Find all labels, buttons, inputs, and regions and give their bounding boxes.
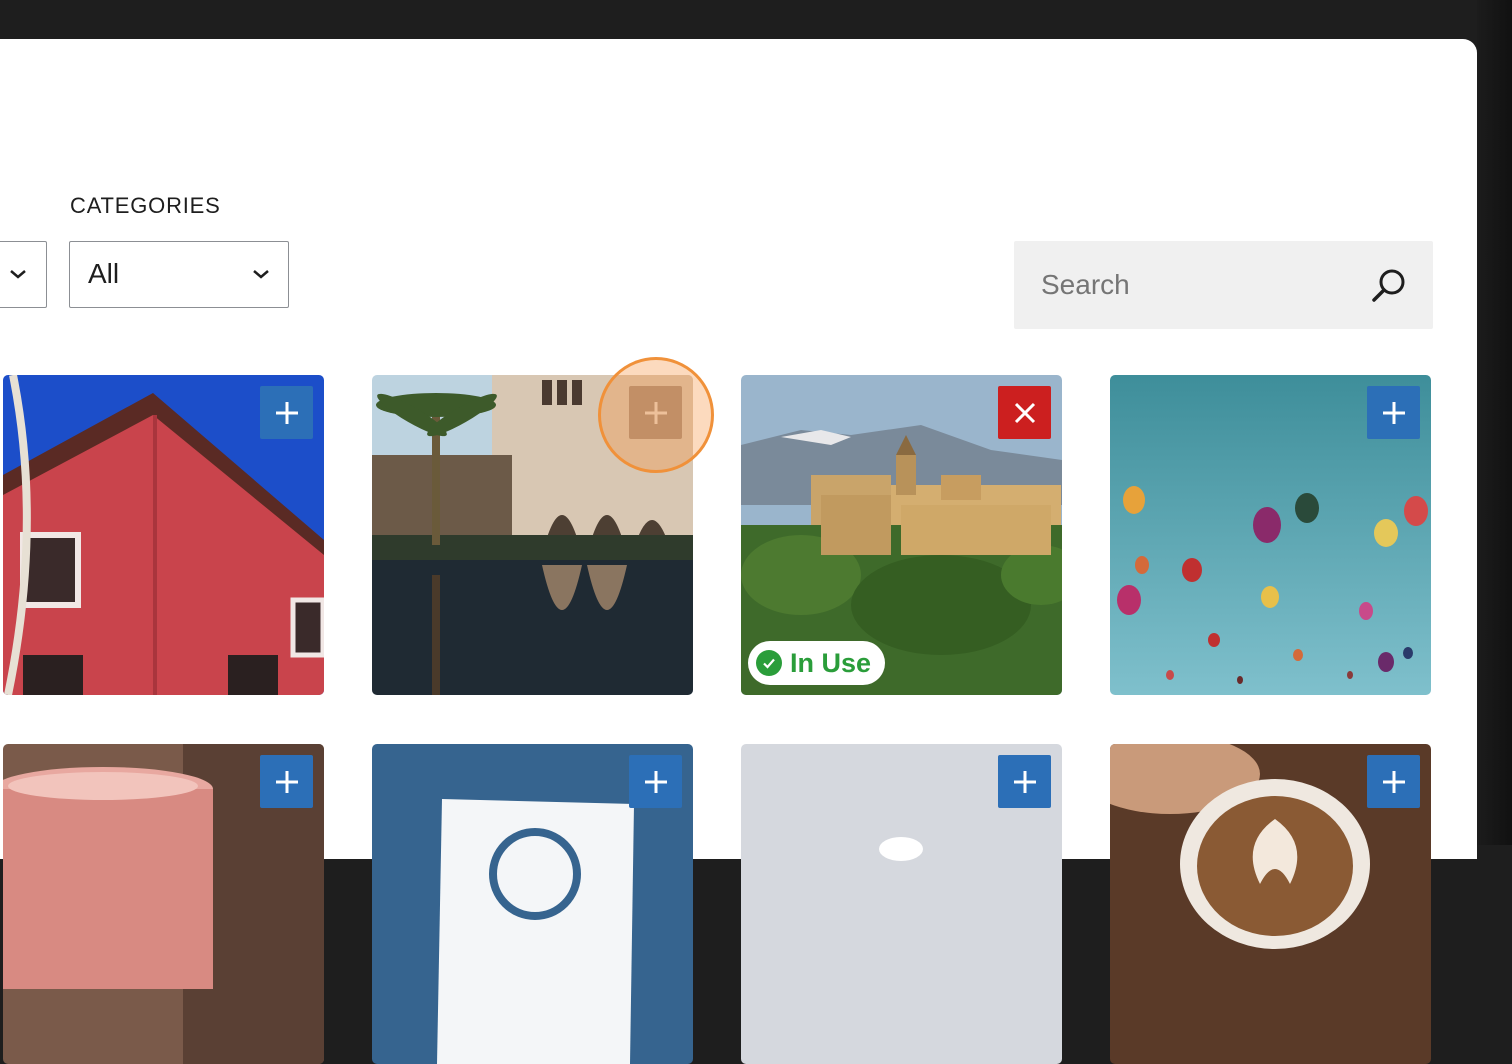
click-highlight xyxy=(598,357,714,473)
add-button[interactable] xyxy=(998,755,1051,808)
plus-icon xyxy=(1013,770,1036,793)
categories-label: CATEGORIES xyxy=(70,193,221,218)
image-card-balloons[interactable] xyxy=(1110,375,1431,695)
window-edge xyxy=(1477,0,1512,845)
filter-select-partial[interactable] xyxy=(0,241,47,308)
image-card-latte[interactable] xyxy=(1110,744,1431,1064)
plus-icon xyxy=(1382,401,1405,424)
image-card-mug[interactable] xyxy=(3,744,324,1064)
search-icon[interactable] xyxy=(1369,265,1409,305)
chevron-down-icon xyxy=(10,270,26,279)
categories-select[interactable]: All xyxy=(69,241,289,308)
add-button[interactable] xyxy=(260,386,313,439)
in-use-badge: In Use xyxy=(748,641,886,685)
check-icon xyxy=(756,650,782,676)
image-card-placeholder[interactable] xyxy=(741,744,1062,1064)
search-input[interactable] xyxy=(1014,241,1381,329)
plus-icon xyxy=(1382,770,1405,793)
categories-select-value: All xyxy=(88,258,120,289)
image-card-fortress[interactable]: In Use xyxy=(741,375,1062,695)
plus-icon xyxy=(275,770,298,793)
add-button[interactable] xyxy=(629,755,682,808)
add-button[interactable] xyxy=(260,755,313,808)
plus-icon xyxy=(644,770,667,793)
add-button[interactable] xyxy=(1367,386,1420,439)
plus-icon xyxy=(275,401,298,424)
image-card-house[interactable] xyxy=(3,375,324,695)
chevron-down-icon xyxy=(253,270,269,279)
image-card-logo[interactable] xyxy=(372,744,693,1064)
add-button[interactable] xyxy=(1367,755,1420,808)
remove-button[interactable] xyxy=(998,386,1051,439)
close-icon xyxy=(1014,402,1035,423)
in-use-label: In Use xyxy=(790,647,872,678)
